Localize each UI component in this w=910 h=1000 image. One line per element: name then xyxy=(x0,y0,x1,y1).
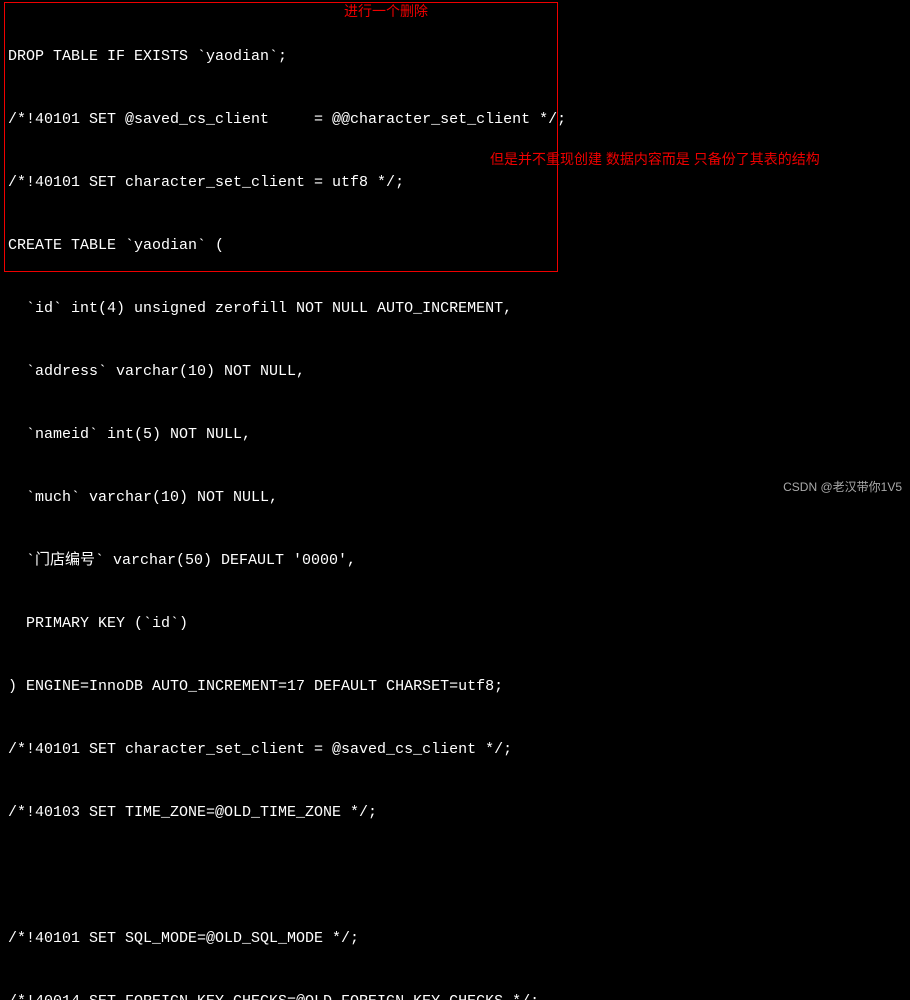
sql-line: `address` varchar(10) NOT NULL, xyxy=(8,361,902,382)
watermark: CSDN @老汉带你1V5 xyxy=(783,479,902,496)
sql-line: PRIMARY KEY (`id`) xyxy=(8,613,902,634)
sql-line: /*!40103 SET TIME_ZONE=@OLD_TIME_ZONE */… xyxy=(8,802,902,823)
sql-line: /*!40101 SET character_set_client = @sav… xyxy=(8,739,902,760)
annotation-note-1: 进行一个删除 xyxy=(344,2,428,22)
sql-line: /*!40014 SET FOREIGN_KEY_CHECKS=@OLD_FOR… xyxy=(8,991,902,1000)
sql-line: ) ENGINE=InnoDB AUTO_INCREMENT=17 DEFAUL… xyxy=(8,676,902,697)
sql-line: `门店编号` varchar(50) DEFAULT '0000', xyxy=(8,550,902,571)
sql-line: /*!40101 SET @saved_cs_client = @@charac… xyxy=(8,109,902,130)
sql-line: /*!40101 SET SQL_MODE=@OLD_SQL_MODE */; xyxy=(8,928,902,949)
sql-line: `id` int(4) unsigned zerofill NOT NULL A… xyxy=(8,298,902,319)
annotation-note-2: 但是并不重现创建 数据内容而是 只备份了其表的结构 xyxy=(490,150,820,170)
sql-line: `nameid` int(5) NOT NULL, xyxy=(8,424,902,445)
sql-line: `much` varchar(10) NOT NULL, xyxy=(8,487,902,508)
sql-line xyxy=(8,865,902,886)
sql-line: /*!40101 SET character_set_client = utf8… xyxy=(8,172,902,193)
sql-line: DROP TABLE IF EXISTS `yaodian`; xyxy=(8,46,902,67)
sql-line: CREATE TABLE `yaodian` ( xyxy=(8,235,902,256)
